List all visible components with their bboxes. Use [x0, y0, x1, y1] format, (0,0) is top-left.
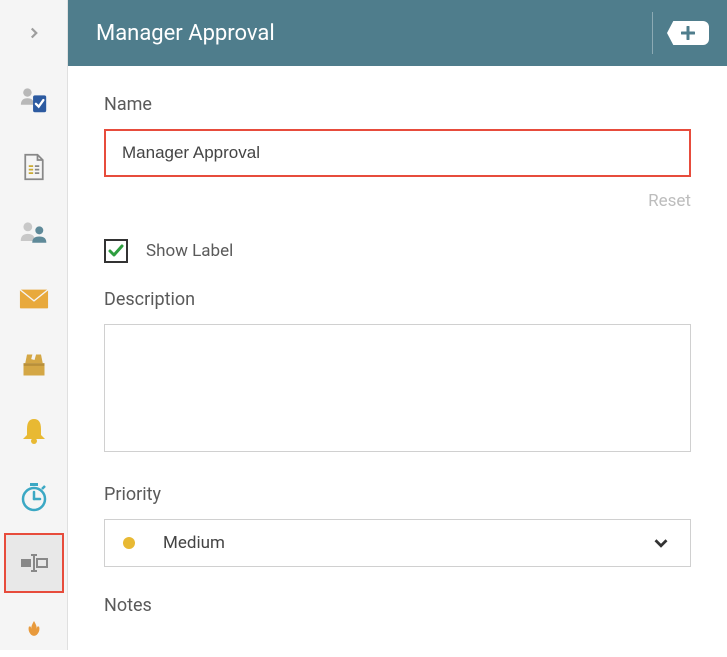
chevron-down-icon — [650, 532, 672, 554]
description-field-block: Description — [104, 289, 691, 456]
sidebar-item-document[interactable] — [6, 139, 62, 195]
input-icon — [19, 553, 49, 573]
sidebar-item-ballot[interactable] — [6, 337, 62, 393]
description-input[interactable] — [104, 324, 691, 452]
priority-select[interactable]: Medium — [104, 519, 691, 567]
users-icon — [19, 219, 49, 247]
tag-add-button[interactable] — [667, 21, 709, 45]
sidebar-item-users[interactable] — [6, 205, 62, 261]
name-field-block: Name Reset — [104, 94, 691, 211]
timer-icon — [20, 482, 48, 512]
show-label-checkbox[interactable] — [104, 239, 128, 263]
approval-icon — [19, 86, 49, 116]
header: Manager Approval — [68, 0, 727, 66]
flame-icon — [23, 621, 45, 637]
sidebar-item-input[interactable] — [6, 535, 62, 591]
show-label-text: Show Label — [146, 241, 233, 261]
sidebar-item-timer[interactable] — [6, 469, 62, 525]
priority-value: Medium — [163, 533, 225, 553]
sidebar-item-bell[interactable] — [6, 403, 62, 459]
name-label: Name — [104, 94, 691, 115]
sidebar-item-flame[interactable] — [6, 601, 62, 657]
ballot-icon — [20, 351, 48, 379]
plus-icon — [681, 26, 695, 40]
notes-label: Notes — [104, 595, 691, 616]
header-divider — [652, 12, 653, 54]
chevron-right-icon — [25, 24, 43, 42]
mail-icon — [19, 288, 49, 310]
reset-link[interactable]: Reset — [104, 191, 691, 211]
priority-label: Priority — [104, 484, 691, 505]
bell-icon — [21, 417, 47, 445]
check-icon — [107, 242, 125, 260]
show-label-row: Show Label — [104, 239, 691, 263]
sidebar — [0, 0, 68, 650]
document-icon — [20, 153, 48, 181]
sidebar-toggle[interactable] — [0, 8, 68, 58]
sidebar-item-approval[interactable] — [6, 73, 62, 129]
name-input[interactable] — [104, 129, 691, 177]
priority-field-block: Priority Medium — [104, 484, 691, 567]
main-panel: Manager Approval Name Reset Show Label D… — [68, 0, 727, 650]
sidebar-item-mail[interactable] — [6, 271, 62, 327]
priority-dot-medium — [123, 537, 135, 549]
header-actions — [652, 0, 709, 66]
description-label: Description — [104, 289, 691, 310]
form-content: Name Reset Show Label Description Priori… — [68, 66, 727, 650]
priority-selected: Medium — [123, 533, 225, 553]
page-title: Manager Approval — [96, 21, 275, 46]
